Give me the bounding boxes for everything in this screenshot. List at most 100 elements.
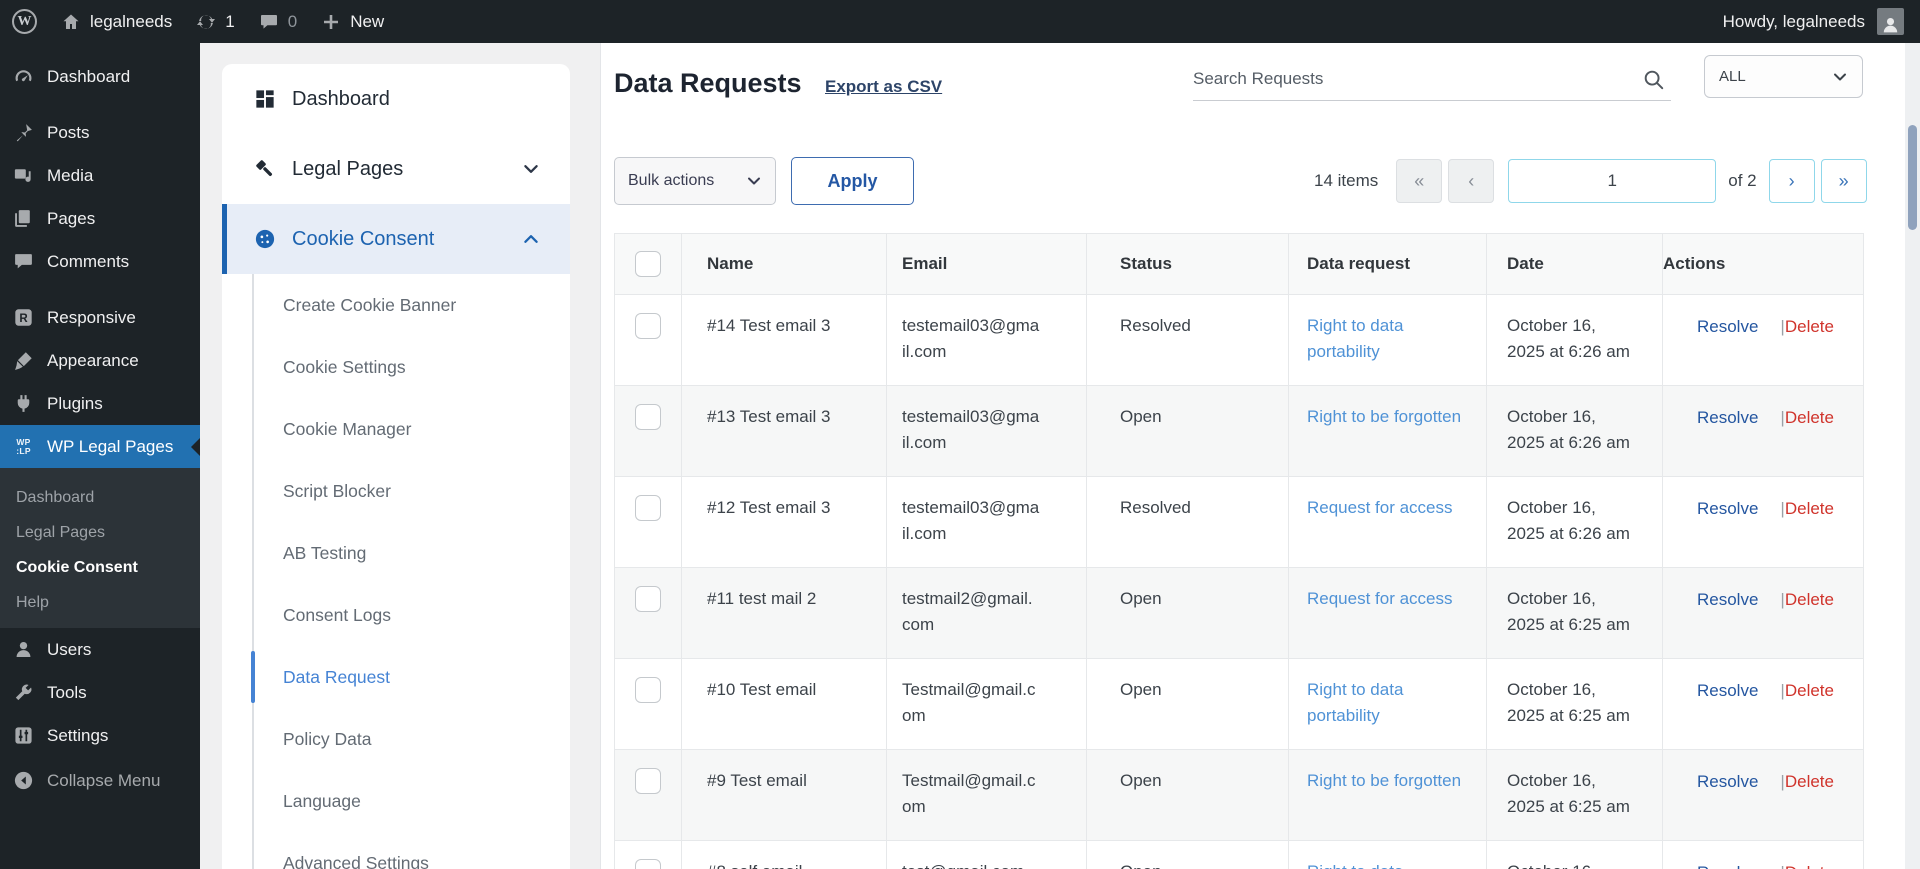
select-all-checkbox[interactable] xyxy=(635,251,661,277)
items-count: 14 items xyxy=(1314,171,1379,190)
sidebar-item-pages[interactable]: Pages xyxy=(0,197,200,240)
first-page-button[interactable]: « xyxy=(1396,159,1443,203)
plugin-subnav-advanced-settings[interactable]: Advanced Settings xyxy=(222,832,570,869)
cookie-consent-submenu: Create Cookie Banner Cookie Settings Cooki… xyxy=(222,274,570,869)
data-request-link[interactable]: Right to data portability xyxy=(1307,680,1403,725)
resolve-link[interactable]: Resolve xyxy=(1697,863,1758,869)
sidebar-item-responsive[interactable]: R Responsive xyxy=(0,296,200,339)
sidebar-item-collapse-menu[interactable]: Collapse Menu xyxy=(0,759,200,802)
search-input[interactable] xyxy=(1193,59,1623,99)
plugin-subnav-create-cookie-banner[interactable]: Create Cookie Banner xyxy=(222,274,570,336)
data-request-link[interactable]: Right to be forgotten xyxy=(1307,407,1461,426)
resolve-link[interactable]: Resolve xyxy=(1697,590,1758,609)
plugin-sidebar: Dashboard Legal Pages Cookie Consent Creat… xyxy=(222,64,570,869)
last-page-button[interactable]: » xyxy=(1820,159,1867,203)
delete-link[interactable]: Delete xyxy=(1785,499,1834,518)
resolve-link[interactable]: Resolve xyxy=(1697,317,1758,336)
row-checkbox[interactable] xyxy=(635,404,661,430)
next-page-button[interactable]: › xyxy=(1768,159,1815,203)
plugin-subnav-data-request[interactable]: Data Request xyxy=(222,646,570,708)
resolve-link[interactable]: Resolve xyxy=(1697,408,1758,427)
row-checkbox[interactable] xyxy=(635,586,661,612)
row-status-cell: Open xyxy=(1086,658,1289,750)
sidebar-item-comments[interactable]: Comments xyxy=(0,240,200,283)
row-checkbox[interactable] xyxy=(635,677,661,703)
wordpress-menu-button[interactable]: W xyxy=(12,9,37,34)
plugin-subnav-language[interactable]: Language xyxy=(222,770,570,832)
brush-icon xyxy=(13,350,34,371)
new-content-link[interactable]: New xyxy=(321,12,384,32)
sidebar-item-posts[interactable]: Posts xyxy=(0,111,200,154)
sidebar-item-label: Users xyxy=(47,639,92,659)
scrollbar-thumb[interactable] xyxy=(1908,125,1917,230)
admin-menu-list: Dashboard Posts Media Pages Comments R Respons… xyxy=(0,43,200,802)
plugin-subnav-cookie-settings[interactable]: Cookie Settings xyxy=(222,336,570,398)
table-row: #9 Test email Testmail@gmail.com Open Right… xyxy=(614,749,1864,841)
delete-link[interactable]: Delete xyxy=(1785,681,1834,700)
gauge-icon xyxy=(13,66,34,87)
plugin-subnav-script-blocker[interactable]: Script Blocker xyxy=(222,460,570,522)
comment-bubble-icon xyxy=(259,12,279,32)
row-checkbox[interactable] xyxy=(635,768,661,794)
vertical-scrollbar[interactable] xyxy=(1905,43,1920,869)
sidebar-item-dashboard[interactable]: Dashboard xyxy=(0,55,200,98)
row-checkbox-cell xyxy=(614,840,682,869)
admin-menu: Dashboard Posts Media Pages Comments R Respons… xyxy=(0,43,200,869)
row-checkbox[interactable] xyxy=(635,313,661,339)
apply-button[interactable]: Apply xyxy=(791,157,914,205)
plugin-nav-dashboard[interactable]: Dashboard xyxy=(222,64,570,134)
data-request-link[interactable]: Right to be forgotten xyxy=(1307,771,1461,790)
row-checkbox[interactable] xyxy=(635,495,661,521)
data-request-link[interactable]: Right to data portability xyxy=(1307,316,1403,361)
submenu-item-help[interactable]: Help xyxy=(0,585,200,620)
delete-link[interactable]: Delete xyxy=(1785,863,1834,869)
comments-link[interactable]: 0 xyxy=(259,12,297,32)
sidebar-item-label: Media xyxy=(47,165,94,185)
prev-page-button[interactable]: ‹ xyxy=(1448,159,1495,203)
sidebar-item-label: Appearance xyxy=(47,350,139,370)
resolve-link[interactable]: Resolve xyxy=(1697,681,1758,700)
sidebar-item-users[interactable]: Users xyxy=(0,628,200,671)
sidebar-item-appearance[interactable]: Appearance xyxy=(0,339,200,382)
plugin-subnav-cookie-manager[interactable]: Cookie Manager xyxy=(222,398,570,460)
data-request-link[interactable]: Right to data portability xyxy=(1307,862,1403,869)
wp-legal-pages-submenu: Dashboard Legal Pages Cookie Consent Help xyxy=(0,468,200,628)
plugin-subnav-ab-testing[interactable]: AB Testing xyxy=(222,522,570,584)
sidebar-item-tools[interactable]: Tools xyxy=(0,671,200,714)
delete-link[interactable]: Delete xyxy=(1785,772,1834,791)
sidebar-item-settings[interactable]: Settings xyxy=(0,714,200,757)
plugin-subnav-policy-data[interactable]: Policy Data xyxy=(222,708,570,770)
data-request-link[interactable]: Request for access xyxy=(1307,589,1453,608)
plugin-nav-label: Dashboard xyxy=(292,87,390,110)
comment-icon xyxy=(13,251,34,272)
export-csv-link[interactable]: Export as CSV xyxy=(825,77,942,97)
resolve-link[interactable]: Resolve xyxy=(1697,499,1758,518)
resolve-link[interactable]: Resolve xyxy=(1697,772,1758,791)
sidebar-item-label: Responsive xyxy=(47,307,136,327)
collapse-icon xyxy=(13,770,34,791)
my-account-link[interactable]: Howdy, legalneeds xyxy=(1723,8,1904,35)
updates-link[interactable]: 1 xyxy=(196,12,235,32)
delete-link[interactable]: Delete xyxy=(1785,317,1834,336)
plugin-nav-cookie-consent[interactable]: Cookie Consent xyxy=(222,204,570,274)
sidebar-item-plugins[interactable]: Plugins xyxy=(0,382,200,425)
search-icon[interactable] xyxy=(1642,68,1665,91)
data-request-link[interactable]: Request for access xyxy=(1307,498,1453,517)
status-filter-dropdown[interactable]: ALL xyxy=(1704,55,1863,98)
bulk-actions-dropdown[interactable]: Bulk actions xyxy=(614,157,776,205)
submenu-item-dashboard[interactable]: Dashboard xyxy=(0,480,200,515)
site-name-link[interactable]: legalneeds xyxy=(61,12,172,32)
submenu-item-legal-pages[interactable]: Legal Pages xyxy=(0,515,200,550)
plug-icon xyxy=(13,393,34,414)
sidebar-item-media[interactable]: Media xyxy=(0,154,200,197)
sidebar-item-wp-legal-pages[interactable]: WP:LP WP Legal Pages xyxy=(0,425,200,468)
plugin-nav-legal-pages[interactable]: Legal Pages xyxy=(222,134,570,204)
select-all-cell xyxy=(614,233,682,295)
current-page-input[interactable] xyxy=(1508,159,1717,203)
submenu-item-cookie-consent[interactable]: Cookie Consent xyxy=(0,550,200,585)
plugin-subnav-consent-logs[interactable]: Consent Logs xyxy=(222,584,570,646)
table-row: #14 Test email 3 testemail03@gmail.com Res… xyxy=(614,294,1864,386)
row-checkbox[interactable] xyxy=(635,859,661,869)
delete-link[interactable]: Delete xyxy=(1785,590,1834,609)
delete-link[interactable]: Delete xyxy=(1785,408,1834,427)
